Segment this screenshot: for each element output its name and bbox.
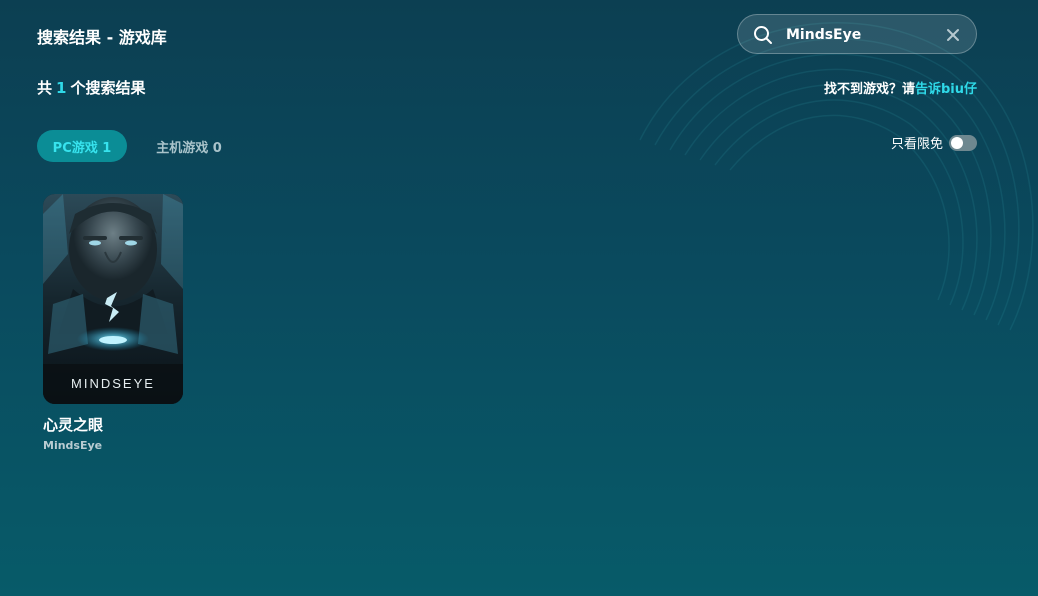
search-icon[interactable] — [752, 24, 774, 46]
game-cover-logo: MINDSEYE — [71, 376, 155, 391]
free-only-toggle[interactable] — [949, 134, 977, 151]
page-title: 搜索结果 - 游戏库 — [37, 28, 167, 47]
game-cover-image[interactable]: MINDSEYE — [43, 194, 183, 404]
feedback-prompt: 找不到游戏？请 — [823, 82, 915, 97]
search-input[interactable] — [786, 23, 936, 47]
result-count-number: 1 — [56, 79, 67, 97]
result-count-prefix: 共 — [37, 79, 53, 97]
result-count-suffix: 个搜索结果 — [70, 79, 146, 97]
game-card[interactable]: MINDSEYE 心灵之眼 MindsEye — [43, 194, 183, 452]
tab-pc-games[interactable]: PC游戏 1 — [37, 130, 127, 162]
search-box[interactable] — [737, 14, 977, 54]
result-count: 共 1 个搜索结果 — [37, 77, 145, 98]
game-subtitle: MindsEye — [43, 439, 103, 452]
tab-console-games[interactable]: 主机游戏 0 — [137, 130, 241, 162]
close-icon[interactable] — [945, 27, 961, 43]
feedback-text: 找不到游戏？请告诉biu仔 — [824, 78, 977, 97]
game-cover-art — [43, 194, 183, 404]
free-only-label: 只看限免 — [890, 137, 943, 152]
toggle-knob — [951, 136, 963, 149]
game-title[interactable]: 心灵之眼 — [43, 414, 183, 435]
free-only-filter: 只看限免 — [891, 133, 977, 152]
feedback-link[interactable]: 告诉biu仔 — [915, 82, 977, 97]
